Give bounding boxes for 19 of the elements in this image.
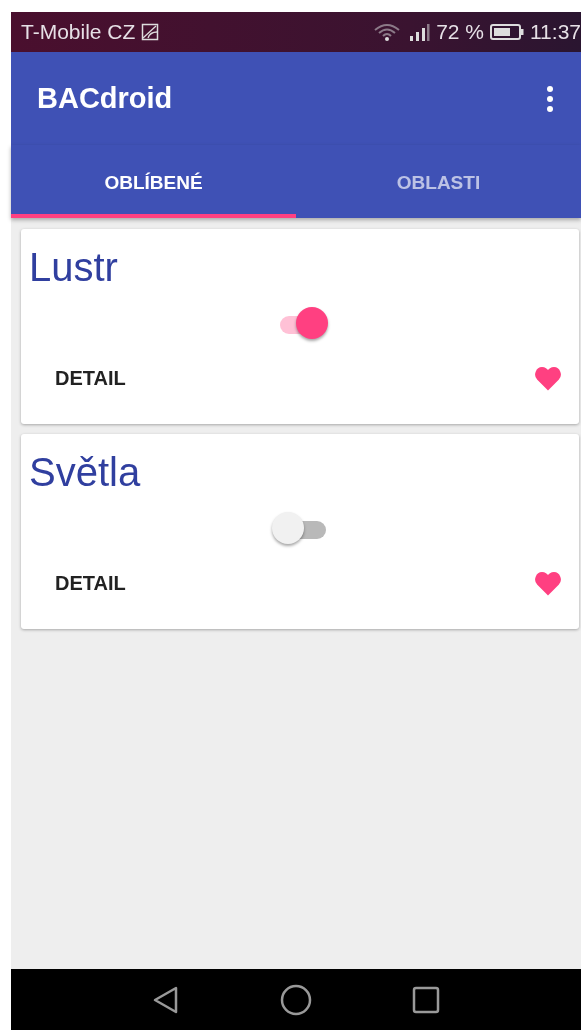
carrier-name: T-Mobile CZ (21, 20, 136, 44)
heart-icon[interactable] (535, 571, 561, 596)
tab[interactable]: OBLÍBENÉ (11, 145, 296, 218)
battery-percent: 72 % (436, 20, 484, 44)
signal-icon (408, 22, 431, 42)
image-icon (141, 23, 160, 41)
app-title: BACdroid (37, 82, 173, 115)
heart-icon[interactable] (535, 366, 561, 391)
detail-button[interactable]: DETAIL (45, 361, 136, 396)
battery-icon (490, 23, 524, 41)
device-name: Světla (28, 449, 142, 496)
tab[interactable]: OBLASTI (296, 145, 581, 218)
device-name: Lustr (28, 244, 119, 291)
home-icon[interactable] (280, 983, 312, 1016)
recent-apps-icon[interactable] (412, 985, 440, 1014)
clock-time: 11:37 (530, 20, 581, 44)
more-options-icon[interactable] (546, 84, 554, 113)
detail-button[interactable]: DETAIL (45, 566, 136, 601)
back-icon[interactable] (152, 984, 180, 1015)
